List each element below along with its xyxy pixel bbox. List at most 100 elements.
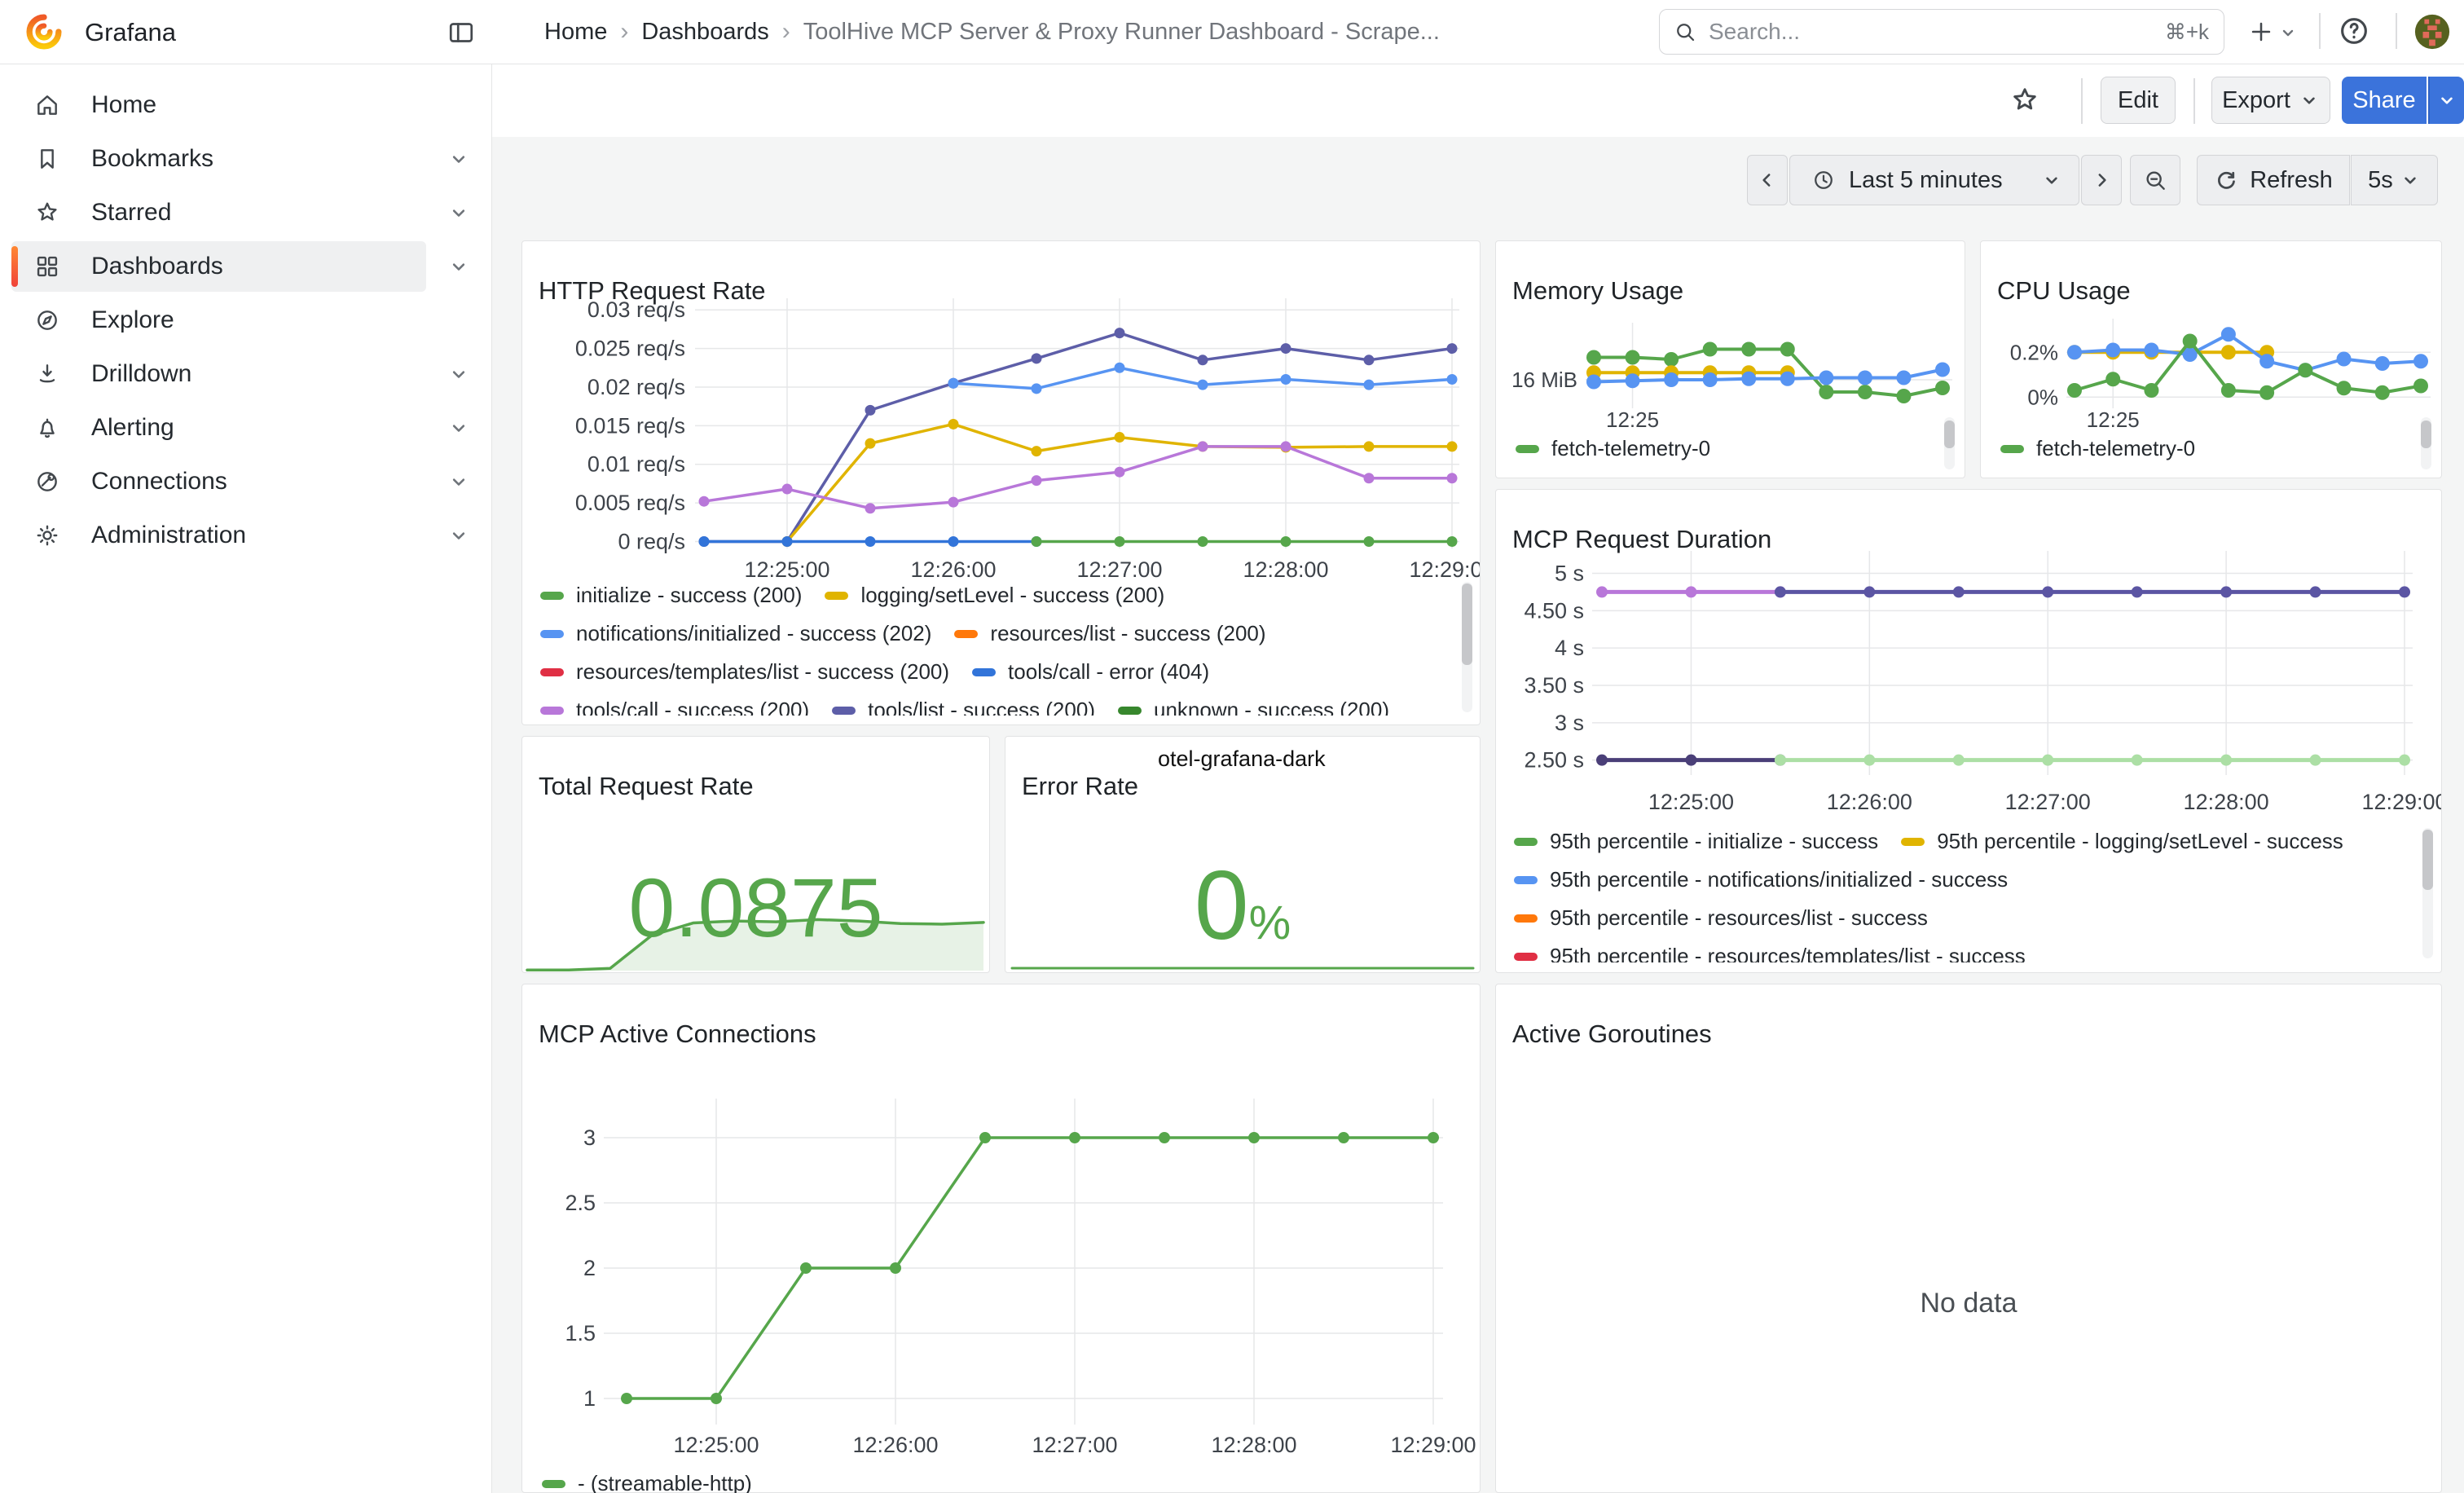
refresh-button[interactable]: Refresh [2197,155,2350,205]
interval-chevron-down-icon [2400,170,2421,191]
sidebar-item-label: Alerting [91,414,174,442]
svg-text:2.50 s: 2.50 s [1524,748,1584,773]
breadcrumb-item[interactable]: Dashboards [641,19,768,46]
search-placeholder: Search... [1709,19,1800,45]
nav-divider [2396,13,2397,49]
chevron-down-icon[interactable] [447,470,470,493]
legend-item[interactable]: initialize - success (200) [540,582,802,609]
export-button[interactable]: Export [2211,77,2330,124]
help-icon[interactable] [2337,14,2371,48]
breadcrumb-item[interactable]: ToolHive MCP Server & Proxy Runner Dashb… [803,19,1440,46]
sidebar-item-starred[interactable]: Starred [11,187,480,238]
legend-item[interactable]: fetch-telemetry-0 [2000,435,2195,462]
sidebar-item-alerting[interactable]: Alerting [11,403,480,453]
sidebar-item-bookmarks[interactable]: Bookmarks [11,134,480,184]
legend-item[interactable]: 95th percentile - logging/setLevel - suc… [1901,828,2343,855]
panel-total-request-rate[interactable]: Total Request Rate 0.0875 [521,736,990,973]
sidebar-item-administration[interactable]: Administration [11,510,480,561]
clock-icon [1811,168,1836,192]
zoom-out-icon [2142,167,2168,193]
favorite-star-icon[interactable] [2009,85,2040,116]
http-request-rate-chart[interactable]: 0 req/s0.005 req/s0.01 req/s0.015 req/s0… [522,241,1480,584]
legend-color-chip [954,630,978,638]
legend-scrollbar[interactable] [2422,828,2433,958]
legend-item[interactable]: resources/templates/list - success (200) [540,658,949,685]
legend-item[interactable]: 95th percentile - initialize - success [1514,828,1878,855]
share-chevron-button[interactable] [2428,77,2464,124]
sidebar-item-dashboards[interactable]: Dashboards [11,241,480,292]
legend-item[interactable]: 95th percentile - resources/templates/li… [1514,943,2026,962]
refresh-interval-picker[interactable]: 5s [2351,155,2438,205]
legend-item[interactable]: 95th percentile - notifications/initiali… [1514,866,2008,893]
legend-item[interactable]: notifications/initialized - success (202… [540,620,931,647]
sidebar-item-explore[interactable]: Explore [11,295,480,346]
sidebar-item-label: Explore [91,306,174,334]
memory-usage-chart[interactable]: 16 MiB12:25 [1496,241,1965,435]
panel-cpu-usage[interactable]: CPU Usage 0%0.2%12:25 fetch-telemetry-0 [1980,240,2442,478]
sidebar-item-drilldown[interactable]: Drilldown [11,349,480,399]
legend-color-chip [1901,838,1925,846]
legend-scrollbar[interactable] [2421,417,2431,469]
legend-scrollbar[interactable] [1944,417,1955,469]
legend-item[interactable]: 95th percentile - resources/list - succe… [1514,905,1928,931]
chevron-down-icon[interactable] [447,255,470,278]
zoom-out-button[interactable] [2130,155,2180,205]
chevron-down-icon[interactable] [447,416,470,439]
no-data-message: No data [1496,1288,2441,1319]
legend-item[interactable]: logging/setLevel - success (200) [825,582,1164,609]
cpu-usage-chart[interactable]: 0%0.2%12:25 [1981,241,2441,435]
http-legend: initialize - success (200) logging/setLev… [540,582,1445,716]
legend-item[interactable]: - (streamable-http) [542,1470,752,1493]
time-range-picker[interactable]: Last 5 minutes [1789,155,2079,205]
sidebar-item-home[interactable]: Home [11,80,480,130]
panel-mcp-active-connections[interactable]: MCP Active Connections 11.522.5312:25:00… [521,984,1481,1493]
svg-text:12:25: 12:25 [1606,407,1659,432]
chevron-down-icon[interactable] [447,524,470,547]
mcp-request-duration-chart[interactable]: 2.50 s3 s3.50 s4 s4.50 s5 s12:25:0012:26… [1496,490,2441,826]
dashboard-subheader: Edit Export Share [492,64,2464,137]
add-chevron-down-icon[interactable] [2278,23,2298,42]
share-button-label: Share [2352,87,2415,114]
legend-label: tools/list - success (200) [868,698,1095,716]
connections-legend: - (streamable-http) [542,1470,1031,1493]
breadcrumb-item[interactable]: Home [544,19,607,46]
legend-label: notifications/initialized - success (202… [576,621,931,646]
legend-item[interactable]: tools/list - success (200) [832,697,1095,716]
legend-label: resources/list - success (200) [990,621,1265,646]
panel-active-goroutines[interactable]: Active Goroutines No data [1495,984,2442,1493]
svg-text:12:28:00: 12:28:00 [1211,1433,1296,1457]
search-icon [1673,20,1697,44]
add-icon[interactable] [2247,18,2275,46]
legend-scrollbar[interactable] [1462,582,1472,712]
chevron-down-icon[interactable] [447,148,470,170]
mcp-active-connections-chart[interactable]: 11.522.5312:25:0012:26:0012:27:0012:28:0… [522,984,1480,1465]
sidebar-item-connections[interactable]: Connections [11,456,480,507]
legend-item[interactable]: resources/list - success (200) [954,620,1265,647]
panel-http-request-rate[interactable]: HTTP Request Rate 0 req/s0.005 req/s0.01… [521,240,1481,725]
svg-text:12:26:00: 12:26:00 [1827,790,1912,814]
legend-item[interactable]: fetch-telemetry-0 [1516,435,1710,462]
legend-label: tools/call - error (404) [1008,659,1209,685]
svg-text:12:26:00: 12:26:00 [910,557,996,582]
time-back-button[interactable] [1747,155,1788,205]
sidebar-toggle-icon[interactable] [447,18,476,47]
legend-item[interactable]: tools/call - success (200) [540,697,809,716]
legend-color-chip [542,1480,565,1488]
share-button[interactable]: Share [2342,77,2427,124]
panel-title: Active Goroutines [1512,1020,1712,1049]
chevron-down-icon[interactable] [447,201,470,224]
chevron-down-icon[interactable] [447,363,470,385]
sidebar-item-label: Home [91,91,156,119]
edit-button[interactable]: Edit [2101,77,2176,124]
panel-mcp-request-duration[interactable]: MCP Request Duration 2.50 s3 s3.50 s4 s4… [1495,489,2442,973]
svg-text:12:28:00: 12:28:00 [1243,557,1328,582]
search-input[interactable]: Search... ⌘+k [1659,9,2224,55]
legend-label: 95th percentile - resources/templates/li… [1550,944,2026,962]
panel-memory-usage[interactable]: Memory Usage 16 MiB12:25 fetch-telemetry… [1495,240,1965,478]
time-forward-button[interactable] [2081,155,2122,205]
avatar[interactable] [2413,13,2451,51]
legend-item[interactable]: unknown - success (200) [1118,697,1389,716]
grafana-logo-icon[interactable] [23,11,65,53]
legend-item[interactable]: tools/call - error (404) [972,658,1209,685]
legend-color-chip [1118,707,1142,715]
